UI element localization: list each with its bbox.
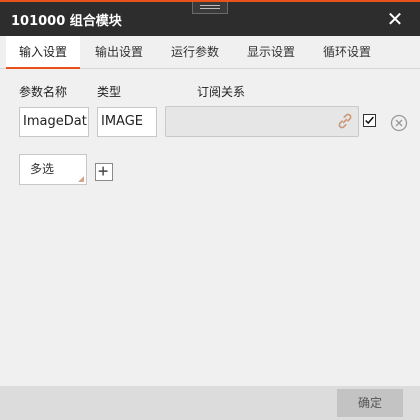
plus-glyph — [98, 166, 108, 176]
tab-run-params[interactable]: 运行参数 — [160, 36, 230, 69]
check-icon — [365, 116, 374, 125]
tab-bar: 输入设置 输出设置 运行参数 显示设置 循环设置 — [0, 36, 420, 69]
tab-input-settings[interactable]: 输入设置 — [6, 36, 80, 69]
corner-indicator-icon — [78, 176, 84, 182]
multi-select-label: 多选 — [30, 162, 55, 176]
tab-output-settings[interactable]: 输出设置 — [84, 36, 154, 69]
tab-display-settings[interactable]: 显示设置 — [236, 36, 306, 69]
param-type-input[interactable]: IMAGE — [97, 107, 157, 137]
multi-select-button[interactable]: 多选 — [19, 154, 87, 185]
window-title: 101000 组合模块 — [11, 14, 122, 29]
param-name-input[interactable]: ImageDat — [19, 107, 89, 137]
dialog-window: 101000 组合模块 ✕ 输入设置 输出设置 运行参数 显示设置 循环设置 参… — [0, 0, 420, 420]
tab-loop-settings[interactable]: 循环设置 — [312, 36, 382, 69]
column-header-name: 参数名称 — [19, 85, 68, 99]
remove-icon[interactable] — [390, 114, 408, 132]
subscription-field[interactable] — [165, 106, 359, 137]
drag-handle[interactable] — [192, 2, 228, 14]
plus-icon[interactable] — [95, 163, 113, 181]
ok-button[interactable]: 确定 — [337, 389, 403, 417]
column-header-subscription: 订阅关系 — [197, 85, 246, 99]
column-header-type: 类型 — [97, 85, 122, 99]
close-icon[interactable]: ✕ — [384, 6, 406, 32]
param-enable-checkbox[interactable] — [363, 114, 376, 127]
link-icon[interactable] — [336, 112, 354, 130]
title-bar[interactable]: 101000 组合模块 ✕ — [0, 0, 420, 36]
